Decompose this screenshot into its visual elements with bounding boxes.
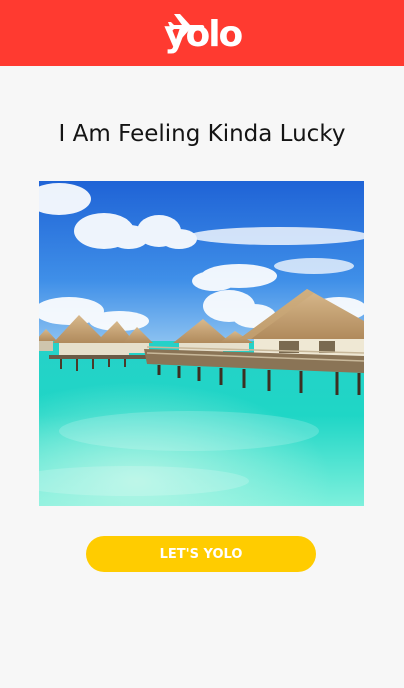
lets-yolo-button[interactable]: LET'S YOLO (86, 536, 316, 572)
logo-text: yolo (164, 14, 243, 55)
app-header: yolo (0, 0, 404, 66)
yolo-logo[interactable]: yolo (162, 8, 243, 58)
page-title: I Am Feeling Kinda Lucky (58, 121, 346, 147)
destination-photo (39, 181, 364, 506)
